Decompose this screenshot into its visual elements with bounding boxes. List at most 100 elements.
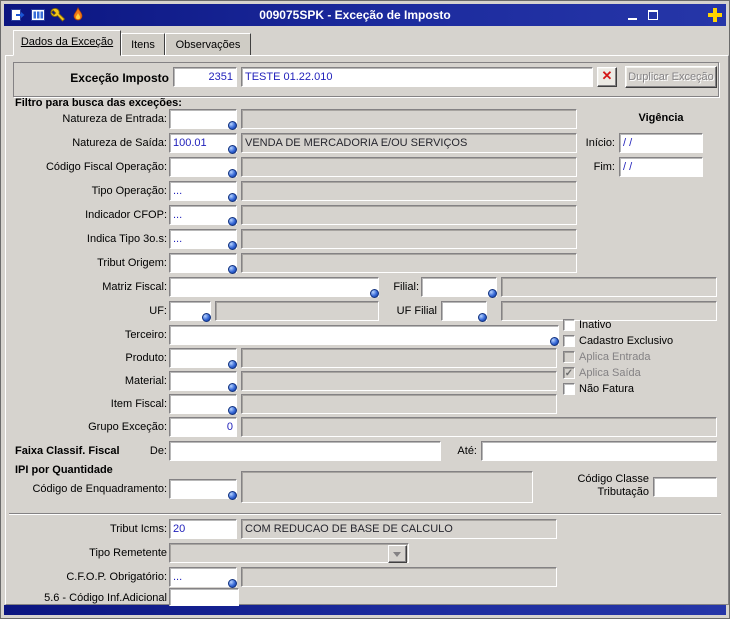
faixa-de-label: De: — [149, 445, 167, 457]
tribut-icms-input[interactable] — [169, 519, 237, 539]
zoom-lookup-icon[interactable] — [488, 289, 497, 298]
nao-fatura-checkbox[interactable] — [563, 383, 575, 395]
fim-label: Fim: — [593, 161, 615, 173]
excecao-imposto-label: Exceção Imposto — [70, 71, 169, 85]
grupo-excecao-input[interactable] — [169, 417, 237, 437]
tipo-operacao-desc — [241, 181, 577, 201]
duplicar-excecao-button: Duplicar Exceção — [625, 66, 717, 88]
codigo-inf-adicional-input[interactable] — [169, 588, 239, 606]
excecao-codigo-input[interactable] — [173, 67, 237, 87]
uf-desc — [215, 301, 379, 321]
tribut-icms-label: Tribut Icms: — [109, 523, 167, 535]
produto-label: Produto: — [125, 352, 167, 364]
uf-filial-label: UF Filial — [396, 305, 437, 317]
exit-icon[interactable] — [10, 7, 26, 23]
indica-tipo-3os-input[interactable] — [169, 229, 237, 249]
zoom-lookup-icon[interactable] — [228, 360, 237, 369]
codigo-enquadramento-input[interactable] — [169, 479, 237, 499]
zoom-lookup-icon[interactable] — [228, 169, 237, 178]
plus-icon — [708, 13, 722, 17]
codigo-classe-tributacao-input[interactable] — [653, 477, 717, 497]
codigo-inf-adicional-label: 5.6 - Código Inf.Adicional — [44, 592, 167, 604]
delete-button[interactable]: ✕ — [597, 67, 617, 87]
codigo-enquadramento-label: Código de Enquadramento: — [32, 483, 167, 495]
filial-label: Filial: — [393, 281, 419, 293]
zoom-lookup-icon[interactable] — [370, 289, 379, 298]
matriz-fiscal-input[interactable] — [169, 277, 379, 297]
tipo-remetente-combobox — [169, 543, 409, 563]
zoom-lookup-icon[interactable] — [228, 241, 237, 250]
combo-dropdown-button — [388, 545, 407, 563]
matriz-fiscal-label: Matriz Fiscal: — [102, 281, 167, 293]
plus-button[interactable] — [708, 8, 722, 22]
tab-label: Itens — [131, 39, 155, 51]
grupo-excecao-desc — [241, 417, 717, 437]
terceiro-input[interactable] — [169, 325, 559, 345]
filter-section-title: Filtro para busca das exceções: — [15, 97, 182, 109]
zoom-lookup-icon[interactable] — [478, 313, 487, 322]
zoom-lookup-icon[interactable] — [228, 383, 237, 392]
inativo-checkbox[interactable] — [563, 319, 575, 331]
zoom-lookup-icon[interactable] — [228, 217, 237, 226]
material-input[interactable] — [169, 371, 237, 391]
zoom-lookup-icon[interactable] — [228, 406, 237, 415]
zoom-lookup-icon[interactable] — [228, 491, 237, 500]
natureza-saida-input[interactable] — [169, 133, 237, 153]
grupo-excecao-label: Grupo Exceção: — [88, 421, 167, 433]
excecao-descricao-input[interactable] — [241, 67, 593, 87]
tab-observacoes[interactable]: Observações — [165, 33, 251, 55]
codigo-classe-tributacao-label: Código Classe Tributação — [577, 473, 649, 498]
cadastro-exclusivo-checkbox[interactable] — [563, 335, 575, 347]
zoom-lookup-icon[interactable] — [228, 193, 237, 202]
minimize-button[interactable] — [626, 8, 640, 22]
nao-fatura-checkbox-label: Não Fatura — [579, 383, 635, 395]
zoom-lookup-icon[interactable] — [228, 265, 237, 274]
chevron-down-icon — [393, 552, 401, 557]
cfop-obrigatorio-input[interactable] — [169, 567, 237, 587]
tipo-operacao-input[interactable] — [169, 181, 237, 201]
zoom-lookup-icon[interactable] — [202, 313, 211, 322]
wrench-icon[interactable] — [50, 7, 66, 23]
aplica-saida-checkbox: ✓ — [563, 367, 575, 379]
filial-input[interactable] — [421, 277, 497, 297]
material-desc — [241, 371, 557, 391]
titlebar: 009075SPK - Exceção de Imposto — [4, 4, 726, 26]
zoom-lookup-icon[interactable] — [228, 121, 237, 130]
produto-desc — [241, 348, 557, 368]
indicador-cfop-input[interactable] — [169, 205, 237, 225]
inativo-checkbox-label: Inativo — [579, 319, 612, 331]
minimize-icon — [628, 18, 637, 20]
zoom-lookup-icon[interactable] — [228, 579, 237, 588]
faixa-ate-input[interactable] — [481, 441, 717, 461]
flame-icon[interactable] — [70, 6, 86, 23]
tribut-origem-input[interactable] — [169, 253, 237, 273]
zoom-lookup-icon[interactable] — [228, 145, 237, 154]
indicador-cfop-label: Indicador CFOP: — [85, 209, 167, 221]
indica-tipo-3os-label: Indica Tipo 3o.s: — [86, 233, 167, 245]
faixa-de-input[interactable] — [169, 441, 441, 461]
zoom-lookup-icon[interactable] — [550, 337, 559, 346]
produto-input[interactable] — [169, 348, 237, 368]
tab-dados-da-excecao[interactable]: Dados da Exceção — [13, 30, 121, 56]
tribut-icms-desc: COM REDUCAO DE BASE DE CALCULO — [241, 519, 557, 539]
columns-icon[interactable] — [30, 7, 46, 23]
fim-input[interactable] — [619, 157, 703, 177]
tab-label: Observações — [175, 39, 241, 51]
tab-label: Dados da Exceção — [20, 36, 114, 48]
item-fiscal-input[interactable] — [169, 394, 237, 414]
uf-filial-desc — [501, 301, 717, 321]
cadastro-exclusivo-checkbox-label: Cadastro Exclusivo — [579, 335, 674, 347]
inicio-input[interactable] — [619, 133, 703, 153]
codigo-fiscal-operacao-input[interactable] — [169, 157, 237, 177]
material-label: Material: — [124, 375, 167, 387]
filial-desc — [501, 277, 717, 297]
uf-label: UF: — [149, 305, 167, 317]
item-fiscal-label: Item Fiscal: — [110, 398, 167, 410]
tab-itens[interactable]: Itens — [121, 33, 165, 55]
natureza-entrada-input[interactable] — [169, 109, 237, 129]
vigencia-title: Vigência — [638, 112, 684, 124]
indica-tipo-3os-desc — [241, 229, 577, 249]
maximize-button[interactable] — [646, 8, 660, 22]
cfop-obrigatorio-label: C.F.O.P. Obrigatório: — [66, 571, 167, 583]
natureza-saida-label: Natureza de Saída: — [72, 137, 167, 149]
